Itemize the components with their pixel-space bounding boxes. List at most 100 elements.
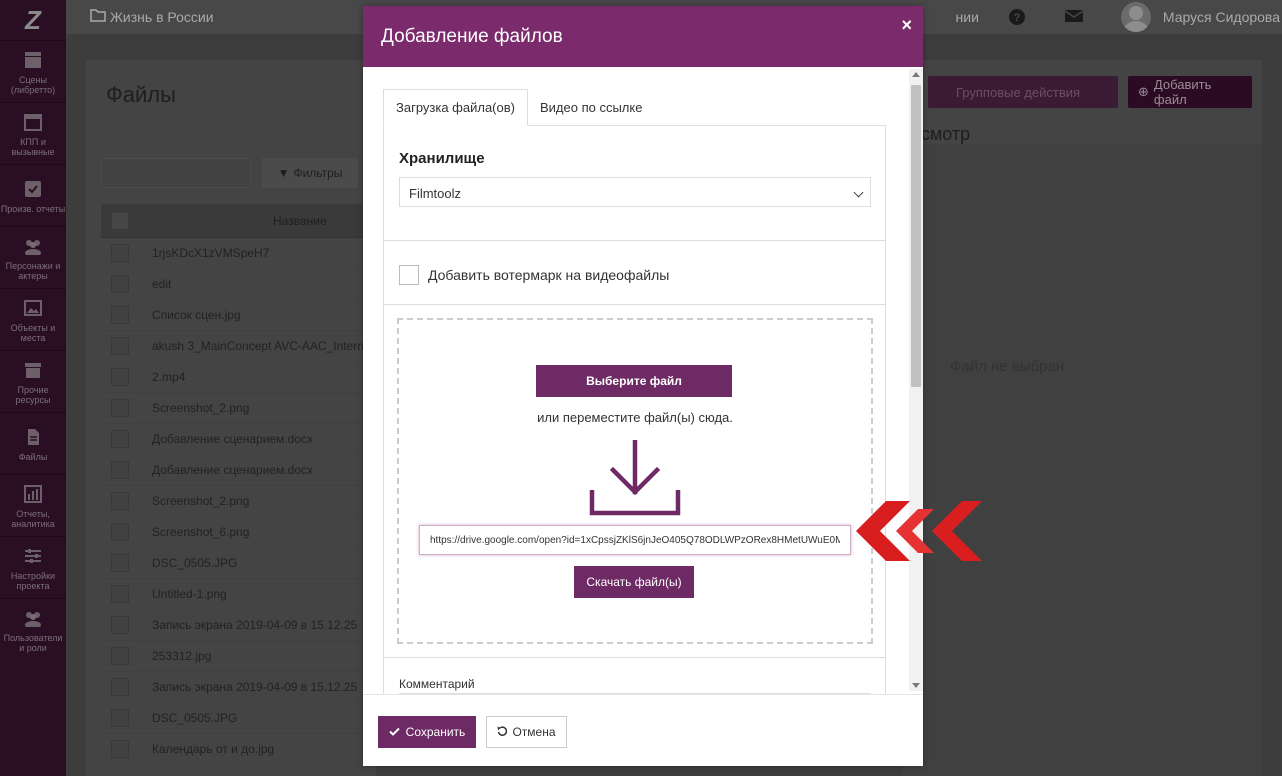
- notifications-link[interactable]: нии: [956, 9, 979, 25]
- page-title: Файлы: [106, 82, 176, 107]
- sidebar-item-objects[interactable]: Объекты и места: [0, 288, 66, 350]
- upload-section: Выберите файл или переместите файл(ы) сю…: [384, 305, 885, 658]
- watermark-row[interactable]: Добавить вотермарк на видеофайлы: [399, 265, 669, 285]
- sidebar-item-kpp[interactable]: КПП и вызывные: [0, 102, 66, 164]
- row-checkbox[interactable]: [111, 616, 129, 634]
- file-name[interactable]: Screenshot_2.png: [152, 494, 249, 508]
- scroll-down-icon[interactable]: [912, 683, 920, 688]
- row-checkbox[interactable]: [111, 461, 129, 479]
- download-icon: [589, 440, 681, 516]
- close-icon[interactable]: ×: [901, 15, 912, 36]
- table-row[interactable]: Календарь от и до.jpg: [101, 734, 366, 765]
- row-checkbox[interactable]: [111, 368, 129, 386]
- envelope-icon[interactable]: [1064, 9, 1084, 25]
- folder-open-icon: [90, 8, 106, 25]
- sidebar-item-analytics[interactable]: Отчеты, аналитика: [0, 474, 66, 536]
- group-actions-button[interactable]: Групповые действия: [928, 76, 1118, 108]
- row-checkbox[interactable]: [111, 523, 129, 541]
- breadcrumb[interactable]: Жизнь в России: [90, 8, 214, 25]
- app-logo[interactable]: Z: [0, 0, 66, 40]
- file-name[interactable]: DSC_0505.JPG: [152, 711, 237, 725]
- row-checkbox[interactable]: [111, 492, 129, 510]
- select-all-checkbox[interactable]: [111, 212, 129, 230]
- file-name[interactable]: akush 3_MainConcept AVC-AAC_Internet: [152, 339, 366, 353]
- row-checkbox[interactable]: [111, 709, 129, 727]
- file-name[interactable]: Добавление сценарием.docx: [152, 463, 313, 477]
- table-row[interactable]: Список сцен.jpg: [101, 300, 366, 331]
- table-row[interactable]: 253312.jpg: [101, 641, 366, 672]
- cancel-button[interactable]: Отмена: [486, 716, 567, 748]
- watermark-checkbox[interactable]: [399, 265, 419, 285]
- table-row[interactable]: akush 3_MainConcept AVC-AAC_Internet: [101, 331, 366, 362]
- row-checkbox[interactable]: [111, 244, 129, 262]
- file-name[interactable]: 253312.jpg: [152, 649, 211, 663]
- scrollbar-thumb[interactable]: [911, 85, 921, 387]
- table-row[interactable]: edit: [101, 269, 366, 300]
- file-name[interactable]: Запись экрана 2019-04-09 в 15.12.25: [152, 618, 357, 632]
- filters-button[interactable]: ▼ Фильтры: [262, 158, 358, 188]
- table-row[interactable]: Запись экрана 2019-04-09 в 15.12.25: [101, 610, 366, 641]
- table-row[interactable]: DSC_0505.JPG: [101, 548, 366, 579]
- table-row[interactable]: DSC_0505.JPG: [101, 703, 366, 734]
- file-name[interactable]: 2.mp4: [152, 370, 185, 384]
- row-checkbox[interactable]: [111, 337, 129, 355]
- row-checkbox[interactable]: [111, 678, 129, 696]
- sidebar-item-resources[interactable]: Прочие ресурсы: [0, 350, 66, 412]
- sidebar-item-users[interactable]: Пользователи и роли: [0, 598, 66, 660]
- row-checkbox[interactable]: [111, 585, 129, 603]
- file-name[interactable]: Календарь от и до.jpg: [152, 742, 274, 756]
- sidebar-item-label: Прочие ресурсы: [15, 384, 51, 405]
- scroll-up-icon[interactable]: [912, 72, 920, 77]
- sidebar-item-scenes[interactable]: Сцены (либретто): [0, 40, 66, 102]
- file-name[interactable]: Untitled-1.png: [152, 587, 227, 601]
- sidebar-item-characters[interactable]: Персонажи и актеры: [0, 226, 66, 288]
- sidebar-item-settings[interactable]: Настройки проекта: [0, 536, 66, 598]
- row-checkbox[interactable]: [111, 275, 129, 293]
- url-input[interactable]: [419, 525, 851, 555]
- file-name[interactable]: Screenshot_6.png: [152, 525, 249, 539]
- row-checkbox[interactable]: [111, 430, 129, 448]
- file-name[interactable]: Screenshot_2.png: [152, 401, 249, 415]
- table-row[interactable]: 2.mp4: [101, 362, 366, 393]
- table-row[interactable]: Запись экрана 2019-04-09 в 15.12.25: [101, 672, 366, 703]
- check-icon: [388, 725, 400, 739]
- help-icon[interactable]: ?: [1008, 9, 1025, 25]
- table-row[interactable]: Добавление сценарием.docx: [101, 424, 366, 455]
- column-name[interactable]: Название: [273, 214, 327, 228]
- row-checkbox[interactable]: [111, 647, 129, 665]
- table-row[interactable]: Screenshot_2.png: [101, 486, 366, 517]
- file-name[interactable]: DSC_0505.JPG: [152, 556, 237, 570]
- tabs: Загрузка файла(ов) Видео по ссылке: [383, 89, 654, 126]
- users-icon: [23, 237, 43, 255]
- storage-select[interactable]: Filmtoolz: [399, 177, 871, 207]
- user-name[interactable]: Маруся Сидорова: [1163, 9, 1282, 25]
- modal-scrollbar[interactable]: [909, 69, 923, 691]
- table-row[interactable]: Добавление сценарием.docx: [101, 455, 366, 486]
- row-checkbox[interactable]: [111, 306, 129, 324]
- add-file-button[interactable]: ⊕ Добавить файл: [1128, 76, 1252, 108]
- save-button[interactable]: Сохранить: [378, 716, 476, 748]
- sidebar-item-reports[interactable]: Произв. отчеты: [0, 164, 66, 226]
- file-name[interactable]: edit: [152, 277, 171, 291]
- sidebar-item-files[interactable]: Файлы: [0, 412, 66, 474]
- avatar[interactable]: [1120, 2, 1151, 32]
- row-checkbox[interactable]: [111, 740, 129, 758]
- table-row[interactable]: Untitled-1.png: [101, 579, 366, 610]
- table-row[interactable]: Screenshot_6.png: [101, 517, 366, 548]
- tab-upload-files[interactable]: Загрузка файла(ов): [383, 89, 528, 126]
- file-name[interactable]: Добавление сценарием.docx: [152, 432, 313, 446]
- table-row[interactable]: 1rjsKDcX1zVMSpeH7: [101, 238, 366, 269]
- drop-zone[interactable]: Выберите файл или переместите файл(ы) сю…: [397, 318, 873, 644]
- download-files-button[interactable]: Скачать файл(ы): [574, 566, 694, 598]
- file-name[interactable]: 1rjsKDcX1zVMSpeH7: [152, 246, 269, 260]
- table-row[interactable]: Screenshot_2.png: [101, 393, 366, 424]
- files-table: 1rjsKDcX1zVMSpeH7 edit Список сцен.jpg akus…: [101, 238, 366, 765]
- file-name[interactable]: Список сцен.jpg: [152, 308, 241, 322]
- row-checkbox[interactable]: [111, 554, 129, 572]
- search-input[interactable]: [101, 158, 251, 188]
- tab-video-by-link[interactable]: Видео по ссылке: [528, 89, 654, 126]
- row-checkbox[interactable]: [111, 399, 129, 417]
- add-file-label: Добавить файл: [1153, 77, 1212, 107]
- choose-file-button[interactable]: Выберите файл: [536, 365, 732, 397]
- file-name[interactable]: Запись экрана 2019-04-09 в 15.12.25: [152, 680, 357, 694]
